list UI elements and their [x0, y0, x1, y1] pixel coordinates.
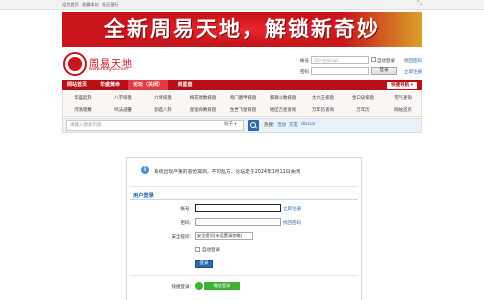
bookmark-link[interactable]: 收藏本站: [82, 1, 99, 8]
section-divider: [130, 199, 358, 200]
mini-auto-login-checkbox[interactable]: [371, 57, 376, 62]
search-scope-select[interactable]: 帖子 ▾: [224, 121, 237, 127]
security-question-select[interactable]: 安全提问(未设置请忽略): [195, 232, 253, 240]
promo-banner[interactable]: 全新周易天地，解锁新奇妙: [62, 12, 422, 47]
quick-login-label: 快捷登录:: [171, 285, 191, 290]
nav-home[interactable]: 网站首页: [62, 80, 92, 90]
subnav-item[interactable]: 生世飞星排盘: [223, 107, 263, 113]
banner-text: 全新周易天地，解锁新奇妙: [104, 17, 380, 41]
login-section-title: 用户登录: [133, 193, 154, 199]
subnav-item[interactable]: 万年历查询: [303, 107, 343, 113]
mini-account-input[interactable]: 用户名/Email: [311, 56, 369, 64]
divider: [130, 275, 358, 276]
mini-login-button[interactable]: 登录: [371, 67, 397, 75]
subnav-item[interactable]: 宅气查询: [383, 95, 423, 101]
subnav-item[interactable]: 河洛理数: [63, 107, 103, 113]
mini-password-label: 密码: [300, 70, 309, 75]
hot-search-term[interactable]: 活动: [277, 122, 286, 128]
subnav-item[interactable]: 六爻排盘: [143, 95, 183, 101]
subnav-item[interactable]: 万年历: [343, 107, 383, 113]
nav-star-chart[interactable]: 资星盘: [170, 80, 200, 90]
subnav-item[interactable]: 梅花易数排盘: [183, 95, 223, 101]
auto-login-label: 自动登录: [202, 248, 220, 253]
closure-notice: 系统出现严重的悲怆漏洞，不可乱方，论坛定于2024年1月11日关闭: [154, 170, 301, 175]
subnav-item[interactable]: 星宿命数排盘: [183, 107, 223, 113]
account-input[interactable]: [195, 204, 281, 212]
password-input[interactable]: [195, 218, 281, 226]
subnav-item[interactable]: 八字排盘: [103, 95, 143, 101]
divider: [130, 186, 358, 187]
mini-register-link[interactable]: 立即注册: [404, 69, 422, 75]
search-input[interactable]: 请输入搜索内容: [66, 120, 244, 131]
search-icon[interactable]: [248, 120, 259, 131]
wechat-login-button[interactable]: 微信登录: [204, 282, 240, 290]
subnav-item[interactable]: 华盛起卦: [63, 95, 103, 101]
nav-forum-closed[interactable]: 论坛（关闭）: [128, 80, 168, 90]
hot-search-term[interactable]: 交友: [289, 122, 298, 128]
quick-nav-button[interactable]: 快捷导航 ▾: [387, 81, 417, 89]
register-link[interactable]: 立即注册: [283, 206, 301, 212]
set-homepage-link[interactable]: 设为首页: [62, 1, 79, 8]
nav-huasheng[interactable]: 华盛黄命: [94, 80, 126, 90]
subnav-item[interactable]: 网站首页: [383, 107, 423, 113]
mini-retrieve-password-link[interactable]: 找回密码: [404, 58, 422, 64]
password-label: 密码:: [180, 221, 191, 226]
site-logo-icon[interactable]: [63, 52, 87, 76]
subnav-item[interactable]: 紫微斗数排盘: [263, 95, 303, 101]
sub-nav: 华盛起卦 八字排盘 六爻排盘 梅花易数排盘 奇门遁甲排盘 紫微斗数排盘 大六壬排…: [62, 91, 422, 117]
wechat-icon[interactable]: [195, 282, 203, 290]
mini-password-input[interactable]: [311, 67, 369, 75]
subnav-item[interactable]: 鸣法战鑒: [103, 107, 143, 113]
main-nav: 网站首页 华盛黄命 论坛（关闭） 资星盘 快捷导航 ▾: [62, 80, 422, 90]
top-utility-bar: 设为首页 收藏本站 社区银行 ⤡: [0, 0, 484, 10]
security-question-label: 安全提问:: [171, 235, 191, 240]
subnav-item[interactable]: 地区吉星查询: [263, 107, 303, 113]
forgot-password-link[interactable]: 找回密码: [283, 220, 301, 226]
mini-auto-login-label: 自动登录: [377, 59, 395, 64]
hot-search-label: 热搜:: [264, 123, 275, 128]
auto-login-checkbox[interactable]: [195, 247, 200, 252]
subnav-item[interactable]: 大六壬排盘: [303, 95, 343, 101]
hot-search-term[interactable]: discuz: [301, 122, 315, 127]
subnav-item[interactable]: 金口诀排盘: [343, 95, 383, 101]
login-panel: [126, 157, 362, 300]
expand-icon[interactable]: ⤡: [417, 0, 422, 7]
account-label: 帐号:: [180, 207, 191, 212]
mini-account-label: 帐号: [300, 59, 309, 64]
subnav-item[interactable]: 奇门遁甲排盘: [223, 95, 263, 101]
community-bank-link[interactable]: 社区银行: [102, 1, 119, 8]
site-logo-url: www.f64gua.com: [89, 67, 128, 72]
subnav-item[interactable]: 割选八卦: [143, 107, 183, 113]
login-submit-button[interactable]: 登录: [195, 260, 213, 268]
info-icon: [141, 166, 149, 174]
